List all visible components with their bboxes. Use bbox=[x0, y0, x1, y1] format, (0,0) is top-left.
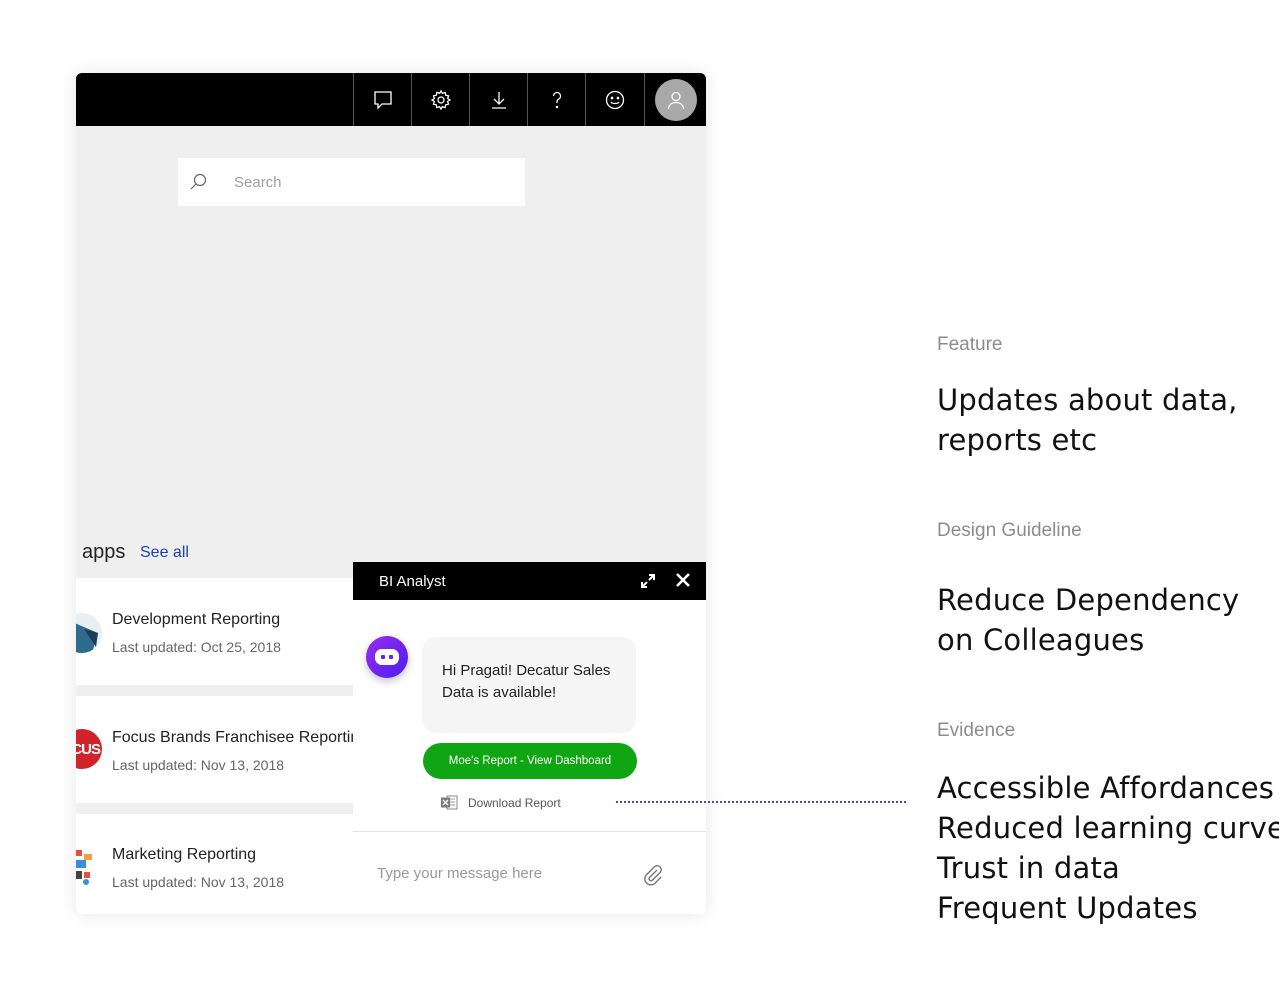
annotation-connector-line bbox=[616, 801, 906, 803]
feedback-button[interactable] bbox=[353, 73, 411, 126]
guideline-text: Reduce Dependency on Colleagues bbox=[937, 580, 1239, 660]
download-report-label: Download Report bbox=[468, 795, 561, 810]
evidence-line: Trust in data bbox=[937, 851, 1121, 885]
see-all-link[interactable]: See all bbox=[140, 544, 189, 562]
chat-message-bubble: Hi Pragati! Decatur Sales Data is availa… bbox=[422, 637, 636, 733]
download-icon bbox=[491, 91, 506, 109]
apps-section-heading: apps bbox=[82, 541, 126, 563]
paperclip-icon[interactable] bbox=[643, 864, 663, 886]
app-thumbnail: CUS bbox=[76, 729, 102, 769]
help-button[interactable] bbox=[527, 73, 585, 126]
app-last-updated: Last updated: Nov 13, 2018 bbox=[112, 874, 285, 890]
top-bar bbox=[76, 73, 706, 126]
feature-label: Feature bbox=[937, 334, 1003, 355]
settings-icon bbox=[430, 89, 451, 110]
chat-panel: BI Analyst Hi Pragati! Decatur Sales Dat… bbox=[353, 562, 706, 914]
download-button[interactable] bbox=[469, 73, 527, 126]
app-last-updated: Last updated: Oct 25, 2018 bbox=[112, 639, 281, 655]
app-name: Marketing Reporting bbox=[112, 846, 257, 863]
guideline-line: on Colleagues bbox=[937, 623, 1145, 657]
chat-title: BI Analyst bbox=[379, 573, 446, 590]
search-icon bbox=[190, 173, 207, 190]
search-input[interactable] bbox=[232, 172, 496, 192]
divider bbox=[353, 831, 706, 832]
app-last-updated: Last updated: Nov 13, 2018 bbox=[112, 757, 285, 773]
feedback-smiley-button[interactable] bbox=[585, 73, 643, 126]
settings-button[interactable] bbox=[411, 73, 469, 126]
evidence-line: Accessible Affordances bbox=[937, 771, 1275, 805]
search-box[interactable] bbox=[178, 158, 525, 206]
app-window: apps See all Development Reporting Last … bbox=[76, 73, 706, 914]
chat-message-input[interactable] bbox=[375, 864, 629, 883]
guideline-line: Reduce Dependency bbox=[937, 583, 1240, 617]
help-icon bbox=[552, 91, 561, 108]
evidence-label: Evidence bbox=[937, 720, 1016, 741]
account-button[interactable] bbox=[644, 73, 706, 126]
app-name: Development Reporting bbox=[112, 611, 281, 628]
bot-avatar bbox=[366, 636, 408, 678]
feature-line: Updates about data, bbox=[937, 383, 1238, 417]
user-avatar-icon bbox=[667, 91, 685, 109]
download-report-link[interactable]: Download Report bbox=[441, 795, 561, 810]
chat-header: BI Analyst bbox=[353, 562, 706, 600]
guideline-label: Design Guideline bbox=[937, 520, 1082, 541]
evidence-text: Accessible Affordances Reduced learning … bbox=[937, 768, 1279, 928]
chat-message-text: Hi Pragati! Decatur Sales Data is availa… bbox=[442, 662, 611, 701]
expand-icon[interactable] bbox=[639, 572, 657, 590]
app-thumbnail bbox=[76, 846, 102, 886]
app-name: Focus Brands Franchisee Reporting bbox=[112, 729, 369, 746]
avatar[interactable] bbox=[655, 78, 697, 121]
feedback-icon bbox=[373, 90, 392, 110]
evidence-line: Reduced learning curve bbox=[937, 811, 1279, 845]
close-icon[interactable] bbox=[674, 571, 692, 589]
feature-text: Updates about data, reports etc bbox=[937, 380, 1238, 460]
smiley-icon bbox=[605, 90, 624, 109]
feature-line: reports etc bbox=[937, 423, 1098, 457]
app-thumbnail-text: CUS bbox=[76, 740, 101, 758]
app-thumbnail bbox=[76, 613, 102, 653]
bot-icon bbox=[375, 649, 399, 665]
excel-icon bbox=[441, 795, 458, 810]
evidence-line: Frequent Updates bbox=[937, 891, 1198, 925]
view-dashboard-button[interactable]: Moe's Report - View Dashboard bbox=[423, 743, 637, 779]
